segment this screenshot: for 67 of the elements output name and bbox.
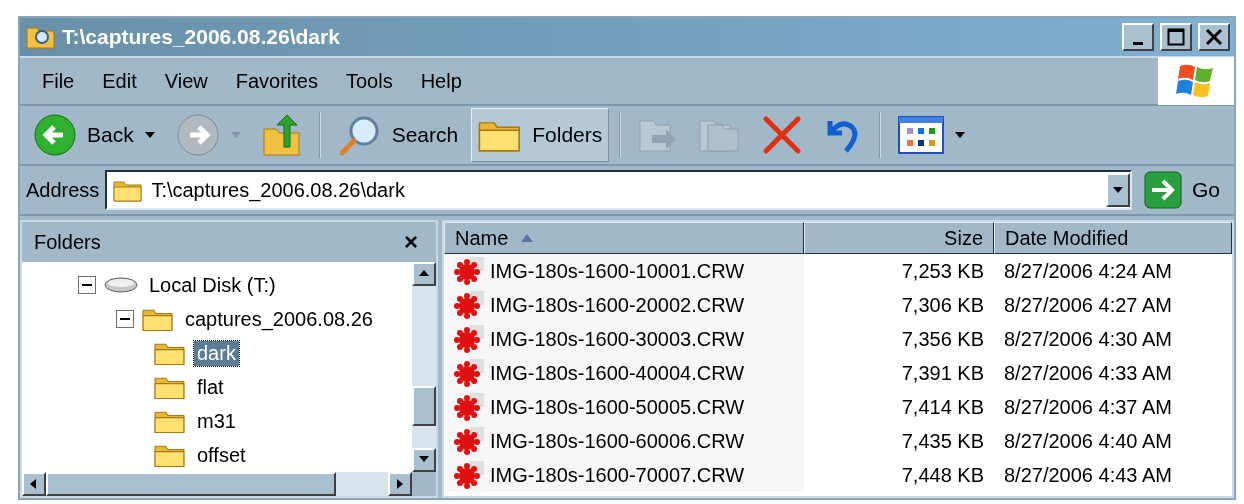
minimize-button[interactable]	[1122, 23, 1154, 51]
caret-icon	[229, 131, 242, 139]
folder-icon	[113, 178, 144, 202]
file-name[interactable]: IMG-180s-1600-40004.CRW	[444, 356, 804, 390]
dropdown-button[interactable]	[1106, 173, 1130, 207]
minimize-icon	[1133, 41, 1143, 45]
vertical-scrollbar[interactable]	[412, 262, 436, 472]
menu-item[interactable]: Tools	[331, 69, 407, 93]
file-name[interactable]: IMG-180s-1600-10001.CRW	[444, 254, 804, 288]
caret-icon	[1112, 186, 1124, 194]
address-field[interactable]: T:\captures_2006.08.26\dark	[105, 170, 1132, 210]
tree-item[interactable]: Local Disk (T:)	[146, 272, 279, 298]
tree-item[interactable]: flat	[194, 374, 227, 400]
maximize-button[interactable]	[1160, 23, 1192, 51]
views-icon	[898, 116, 945, 154]
file-icon	[454, 426, 486, 456]
file-icon	[454, 392, 486, 422]
go-button[interactable]: Go	[1138, 171, 1228, 209]
tree-item[interactable]: offset	[194, 442, 249, 468]
back-icon	[33, 113, 77, 157]
tree-item[interactable]: captures_2006.08.26	[182, 306, 376, 332]
scrollbar-thumb[interactable]	[412, 386, 436, 426]
folder-up-arrow-icon	[261, 113, 302, 157]
menu-item[interactable]: Help	[406, 69, 476, 93]
back-button[interactable]: Back	[26, 108, 163, 162]
tree-item[interactable]: m31	[194, 408, 239, 434]
windows-logo-icon	[1176, 63, 1216, 99]
close-icon	[1205, 28, 1223, 46]
address-text: T:\captures_2006.08.26\dark	[151, 178, 405, 202]
menu-item[interactable]: Favorites	[221, 69, 332, 93]
menu-item[interactable]: File	[28, 69, 89, 93]
horizontal-scrollbar[interactable]	[22, 472, 436, 496]
file-name[interactable]: IMG-180s-1600-30003.CRW	[444, 322, 804, 356]
collapse-icon[interactable]	[78, 276, 96, 294]
file-name[interactable]: IMG-180s-1600-70007.CRW	[444, 458, 804, 492]
delete-icon	[762, 115, 803, 155]
search-button[interactable]: Search	[330, 108, 466, 162]
file-icon	[454, 256, 486, 286]
column-header[interactable]: Size	[804, 222, 994, 254]
menu-item[interactable]: View	[150, 69, 222, 93]
file-icon	[454, 324, 486, 354]
column-header[interactable]: Name	[444, 222, 804, 254]
caret-icon	[954, 131, 967, 139]
file-name[interactable]: IMG-180s-1600-60006.CRW	[444, 424, 804, 458]
file-icon	[454, 290, 486, 320]
file-name[interactable]: IMG-180s-1600-20002.CRW	[444, 288, 804, 322]
folder-search-icon	[26, 24, 56, 50]
scrollbar-corner	[412, 472, 436, 496]
window-title: T:\captures_2006.08.26\dark	[62, 25, 341, 49]
pane-title: Folders	[34, 230, 101, 254]
collapse-icon[interactable]	[116, 310, 134, 328]
close-pane-button[interactable]: ×	[398, 227, 424, 257]
caret-icon	[143, 131, 156, 139]
drive-icon	[104, 276, 138, 294]
address-label: Address	[26, 178, 100, 202]
file-name[interactable]: IMG-180s-1600-50005.CRW	[444, 390, 804, 424]
tree-item[interactable]: dark	[194, 340, 239, 366]
column-header[interactable]: Date Modified	[994, 222, 1232, 254]
forward-icon	[175, 113, 220, 157]
file-icon	[454, 358, 486, 388]
file-icon	[454, 460, 486, 490]
scrollbar-thumb[interactable]	[46, 472, 336, 496]
folders-button[interactable]: Folders	[471, 108, 610, 162]
sort-ascending-icon	[520, 233, 535, 243]
menu-item[interactable]: Edit	[88, 69, 151, 93]
close-button[interactable]	[1198, 23, 1230, 51]
maximize-icon	[1167, 28, 1185, 46]
